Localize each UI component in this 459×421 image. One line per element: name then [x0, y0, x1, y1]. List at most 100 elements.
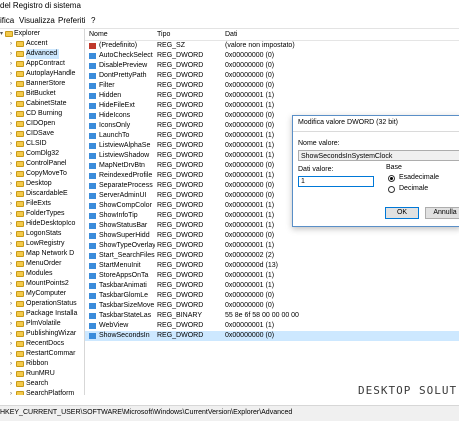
- expand-icon[interactable]: ›: [10, 59, 12, 69]
- expand-icon[interactable]: ›: [10, 69, 12, 79]
- tree-item[interactable]: › FolderTypes: [0, 209, 84, 219]
- tree-item[interactable]: › ControlPanel: [0, 159, 84, 169]
- tree-item[interactable]: › SearchPlatform: [0, 389, 84, 395]
- expand-icon[interactable]: ›: [10, 309, 12, 319]
- tree-item[interactable]: › PublishingWizar: [0, 329, 84, 339]
- value-row[interactable]: WebView REG_DWORD 0x00000001 (1): [85, 321, 459, 331]
- tree-item[interactable]: › MenuOrder: [0, 259, 84, 269]
- tree-item[interactable]: › PlmVolatile: [0, 319, 84, 329]
- column-dati[interactable]: Dati: [225, 29, 237, 40]
- tree-item[interactable]: › RunMRU: [0, 369, 84, 379]
- value-row[interactable]: Hidden REG_DWORD 0x00000001 (1): [85, 91, 459, 101]
- tree-item[interactable]: › FileExts: [0, 199, 84, 209]
- cancel-button[interactable]: Annulla: [425, 207, 459, 219]
- tree-item[interactable]: › LogonStats: [0, 229, 84, 239]
- expand-icon[interactable]: ›: [10, 119, 12, 129]
- expand-icon[interactable]: ›: [10, 389, 12, 395]
- expand-icon[interactable]: ›: [10, 139, 12, 149]
- tree-item[interactable]: › MyComputer: [0, 289, 84, 299]
- value-row[interactable]: (Predefinito) REG_SZ (valore non impostato…: [85, 41, 459, 51]
- expand-icon[interactable]: ›: [10, 289, 12, 299]
- expand-icon[interactable]: ›: [10, 129, 12, 139]
- tree-item[interactable]: › Modules: [0, 269, 84, 279]
- value-row[interactable]: TaskbarSizeMove REG_DWORD 0x00000000 (0): [85, 301, 459, 311]
- expand-icon[interactable]: ›: [10, 369, 12, 379]
- value-row[interactable]: ShowSuperHidd REG_DWORD 0x00000000 (0): [85, 231, 459, 241]
- ok-button[interactable]: OK: [385, 207, 419, 219]
- expand-icon[interactable]: ›: [10, 379, 12, 389]
- tree-item[interactable]: › BitBucket: [0, 89, 84, 99]
- expand-icon[interactable]: ›: [10, 349, 12, 359]
- menu-preferiti[interactable]: Preferiti: [58, 14, 86, 28]
- tree-item[interactable]: › CD Burning: [0, 109, 84, 119]
- expand-icon[interactable]: ›: [10, 159, 12, 169]
- value-row[interactable]: Filter REG_DWORD 0x00000000 (0): [85, 81, 459, 91]
- expand-icon[interactable]: ›: [10, 359, 12, 369]
- expand-icon[interactable]: ›: [10, 319, 12, 329]
- tree-item-explorer[interactable]: ▾ Explorer: [0, 29, 84, 39]
- tree-item[interactable]: › AutoplayHandle: [0, 69, 84, 79]
- value-row[interactable]: ShowSecondsIn REG_DWORD 0x00000000 (0): [85, 331, 459, 341]
- expand-icon[interactable]: ›: [10, 49, 12, 59]
- expand-icon[interactable]: ›: [10, 179, 12, 189]
- tree-item[interactable]: › AppContract: [0, 59, 84, 69]
- dec-radio[interactable]: [388, 186, 395, 193]
- tree-item[interactable]: › MountPoints2: [0, 279, 84, 289]
- tree-item[interactable]: › Accent: [0, 39, 84, 49]
- column-tipo[interactable]: Tipo: [157, 29, 170, 40]
- tree-item[interactable]: › CIDSave: [0, 129, 84, 139]
- value-row[interactable]: StoreAppsOnTa REG_DWORD 0x00000001 (1): [85, 271, 459, 281]
- value-row[interactable]: TaskbarAnimati REG_DWORD 0x00000001 (1): [85, 281, 459, 291]
- tree-item[interactable]: › Desktop: [0, 179, 84, 189]
- collapse-icon[interactable]: ▾: [0, 29, 3, 39]
- tree-item[interactable]: › HideDesktopIco: [0, 219, 84, 229]
- expand-icon[interactable]: ›: [10, 259, 12, 269]
- menu-modifica[interactable]: ifica: [0, 14, 14, 28]
- expand-icon[interactable]: ›: [10, 229, 12, 239]
- tree-item[interactable]: › Map Network D: [0, 249, 84, 259]
- value-row[interactable]: StartMenuInit REG_DWORD 0x0000000d (13): [85, 261, 459, 271]
- expand-icon[interactable]: ›: [10, 299, 12, 309]
- tree-item[interactable]: › DiscardableE: [0, 189, 84, 199]
- expand-icon[interactable]: ›: [10, 209, 12, 219]
- value-row[interactable]: DontPrettyPath REG_DWORD 0x00000000 (0): [85, 71, 459, 81]
- expand-icon[interactable]: ›: [10, 99, 12, 109]
- menu-help[interactable]: ?: [91, 14, 95, 28]
- expand-icon[interactable]: ›: [10, 249, 12, 259]
- expand-icon[interactable]: ›: [10, 109, 12, 119]
- column-nome[interactable]: Nome: [89, 29, 108, 40]
- tree-item[interactable]: › RestartCommar: [0, 349, 84, 359]
- expand-icon[interactable]: ›: [10, 219, 12, 229]
- tree-item[interactable]: › OperationStatus: [0, 299, 84, 309]
- value-row[interactable]: TaskbarStateLas REG_BINARY 55 8e 6f 58 00 …: [85, 311, 459, 321]
- value-row[interactable]: Start_SearchFiles REG_DWORD 0x00000002 (2): [85, 251, 459, 261]
- expand-icon[interactable]: ›: [10, 169, 12, 179]
- hex-radio[interactable]: [388, 175, 395, 182]
- expand-icon[interactable]: ›: [10, 239, 12, 249]
- expand-icon[interactable]: ›: [10, 149, 12, 159]
- value-row[interactable]: HideFileExt REG_DWORD 0x00000001 (1): [85, 101, 459, 111]
- tree-item[interactable]: › BannerStore: [0, 79, 84, 89]
- tree-item[interactable]: › RecentDocs: [0, 339, 84, 349]
- tree-item[interactable]: › ComDlg32: [0, 149, 84, 159]
- tree-item[interactable]: › LowRegistry: [0, 239, 84, 249]
- expand-icon[interactable]: ›: [10, 189, 12, 199]
- tree-item[interactable]: › CopyMoveTo: [0, 169, 84, 179]
- value-row[interactable]: TaskbarGlomLe REG_DWORD 0x00000000 (0): [85, 291, 459, 301]
- tree-item[interactable]: › Advanced: [0, 49, 84, 59]
- menu-visualizza[interactable]: Visualizza: [19, 14, 55, 28]
- expand-icon[interactable]: ›: [10, 329, 12, 339]
- expand-icon[interactable]: ›: [10, 39, 12, 49]
- tree-item[interactable]: › Search: [0, 379, 84, 389]
- value-row[interactable]: ShowTypeOverlay REG_DWORD 0x00000001 (1): [85, 241, 459, 251]
- expand-icon[interactable]: ›: [10, 79, 12, 89]
- tree-item[interactable]: › Ribbon: [0, 359, 84, 369]
- expand-icon[interactable]: ›: [10, 279, 12, 289]
- value-row[interactable]: AutoCheckSelect REG_DWORD 0x00000000 (0): [85, 51, 459, 61]
- value-row[interactable]: DisablePreview REG_DWORD 0x00000000 (0): [85, 61, 459, 71]
- expand-icon[interactable]: ›: [10, 89, 12, 99]
- expand-icon[interactable]: ›: [10, 269, 12, 279]
- tree-item[interactable]: › Package Installa: [0, 309, 84, 319]
- tree-item[interactable]: › CabinetState: [0, 99, 84, 109]
- expand-icon[interactable]: ›: [10, 339, 12, 349]
